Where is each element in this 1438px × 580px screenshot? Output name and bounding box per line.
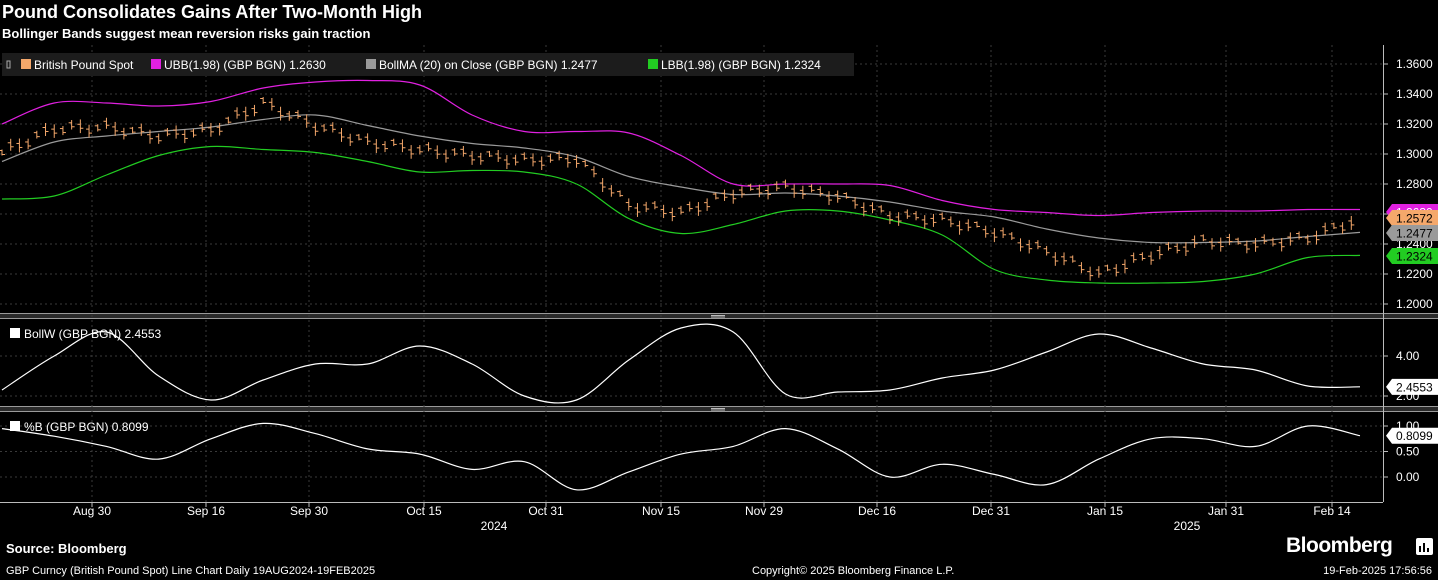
copyright-notice: Copyright© 2025 Bloomberg Finance L.P. (752, 565, 955, 577)
last-value-label: 0.8099 (1396, 429, 1433, 443)
x-tick-label: Dec 31 (972, 504, 1010, 518)
chart-description: GBP Curncy (British Pound Spot) Line Cha… (6, 565, 376, 577)
y-tick-label: 1.2000 (1396, 297, 1433, 311)
y-tick-label: 1.3400 (1396, 87, 1433, 101)
last-value-label: 1.2477 (1396, 227, 1433, 241)
bloomberg-logo: Bloomberg (1286, 534, 1393, 557)
y-tick-label: 1.3200 (1396, 117, 1433, 131)
legend-label: %B (GBP BGN) 0.8099 (24, 420, 149, 434)
x-tick-label: Jan 15 (1087, 504, 1123, 518)
y-tick-label: 1.2800 (1396, 177, 1433, 191)
y-tick-label: 1.2200 (1396, 267, 1433, 281)
x-year-label: 2025 (1174, 519, 1201, 533)
x-tick-label: Aug 30 (73, 504, 111, 518)
legend-swatch (10, 328, 20, 338)
price-series (0, 97, 1355, 281)
y-tick-label: 0.00 (1396, 470, 1420, 484)
y-tick-label: 1.3600 (1396, 57, 1433, 71)
last-value-label: 1.2572 (1396, 212, 1433, 226)
legend-label: British Pound Spot (34, 58, 134, 72)
legend-swatch (648, 59, 658, 69)
legend-label: UBB(1.98) (GBP BGN) 1.2630 (164, 58, 326, 72)
source-label: Source: Bloomberg (6, 541, 127, 556)
x-year-label: 2024 (481, 519, 508, 533)
x-tick-label: Dec 16 (858, 504, 896, 518)
bollinger-chart[interactable]: 1.36001.34001.32001.30001.28001.26001.24… (0, 0, 1438, 580)
x-tick-label: Feb 14 (1313, 504, 1351, 518)
x-tick-label: Sep 16 (187, 504, 225, 518)
y-tick-label: 0.50 (1396, 445, 1420, 459)
legend-swatch (151, 59, 161, 69)
x-tick-label: Jan 31 (1208, 504, 1244, 518)
legend-label: BollMA (20) on Close (GBP BGN) 1.2477 (379, 58, 598, 72)
legend-swatch (10, 421, 20, 431)
y-tick-label: 1.3000 (1396, 147, 1433, 161)
last-value-label: 1.2324 (1396, 250, 1433, 264)
timestamp: 19-Feb-2025 17:56:56 (1323, 565, 1432, 577)
x-tick-label: Oct 31 (528, 504, 564, 518)
moving-average-line (1, 114, 1361, 244)
bloomberg-terminal-icon (1416, 538, 1433, 555)
last-value-label: 2.4553 (1396, 380, 1433, 394)
legend-label: LBB(1.98) (GBP BGN) 1.2324 (661, 58, 821, 72)
legend-label: BollW (GBP BGN) 2.4553 (24, 327, 161, 341)
y-tick-label: 4.00 (1396, 349, 1420, 363)
legend-swatch (21, 59, 31, 69)
x-tick-label: Nov 29 (745, 504, 783, 518)
x-tick-label: Nov 15 (642, 504, 680, 518)
x-tick-label: Oct 15 (406, 504, 442, 518)
legend-swatch (366, 59, 376, 69)
x-tick-label: Sep 30 (290, 504, 328, 518)
